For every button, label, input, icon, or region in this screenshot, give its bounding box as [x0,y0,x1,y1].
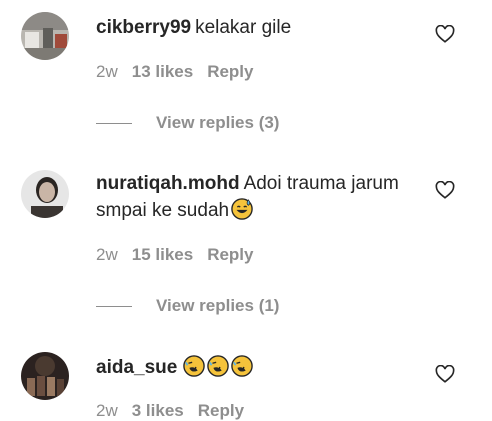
comment-time: 2w [96,62,118,81]
rolling-laughing-emoji-icon [231,355,254,377]
comment-username[interactable]: nuratiqah.mohd [96,173,240,194]
rolling-laughing-emoji-icon [183,355,206,377]
user-avatar[interactable] [21,170,69,218]
divider-line [96,305,132,307]
heart-icon[interactable] [435,365,455,383]
comment-content: kelakar gile [195,17,292,38]
comment-text: aida_sue [96,354,416,381]
likes-count[interactable]: 13 likes [132,62,193,82]
heart-icon[interactable] [435,25,455,43]
comment-meta: 2w 3 likes Reply [96,401,244,421]
comment-username[interactable]: cikberry99 [96,17,191,38]
reply-button[interactable]: Reply [198,401,244,421]
view-replies-button[interactable]: View replies (3) [96,113,279,133]
user-avatar[interactable] [21,352,69,400]
comment-text: cikberry99 kelakar gile [96,14,416,41]
view-replies-label: View replies (1) [156,296,280,315]
comment-username[interactable]: aida_sue [96,357,177,378]
likes-count[interactable]: 3 likes [132,401,184,421]
comment-meta: 2w 13 likes Reply [96,62,253,82]
rolling-laughing-emoji-icon [207,355,230,377]
likes-count[interactable]: 15 likes [132,245,193,265]
comment-time: 2w [96,245,118,264]
reply-button[interactable]: Reply [207,62,253,82]
view-replies-button[interactable]: View replies (1) [96,296,279,316]
view-replies-label: View replies (3) [156,113,280,132]
grinning-sweat-emoji-icon [231,198,253,220]
avatar-photo-icon [21,12,69,60]
user-avatar[interactable] [21,12,69,60]
comment-text: nuratiqah.mohd Adoi trauma jarum smpai ke… [96,170,406,224]
heart-icon[interactable] [435,181,455,199]
avatar-photo-icon [21,170,69,218]
avatar-photo-icon [21,352,69,400]
divider-line [96,122,132,124]
reply-button[interactable]: Reply [207,245,253,265]
comment-meta: 2w 15 likes Reply [96,245,253,265]
comment-time: 2w [96,401,118,420]
